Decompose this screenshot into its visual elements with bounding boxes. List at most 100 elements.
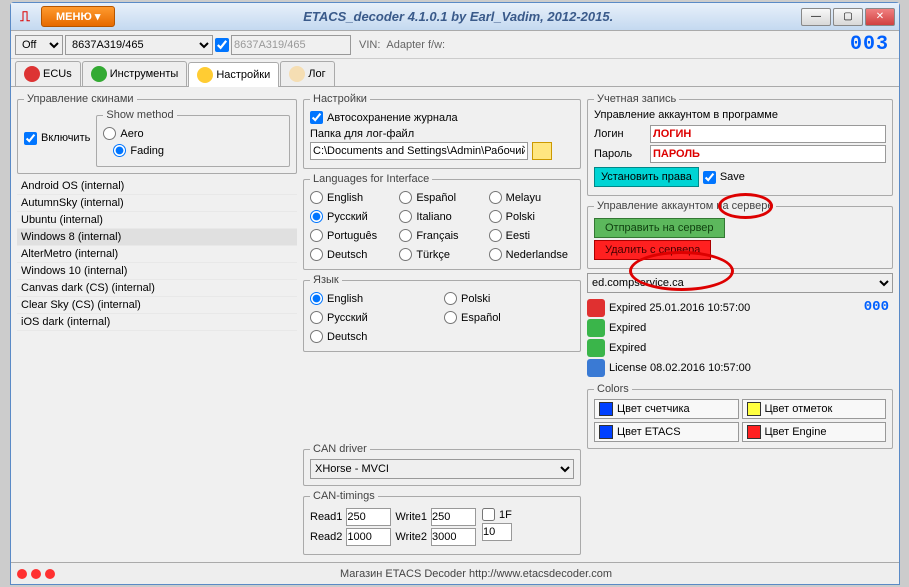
lang-iface-radio[interactable] — [310, 191, 323, 204]
delete-server-button[interactable]: Удалить с сервера — [594, 240, 711, 260]
can-timings-fieldset: CAN-timings Read1Write1 Read2Write2 1F — [303, 490, 581, 555]
small-counter: 000 — [864, 299, 889, 315]
yellow-swatch-icon — [747, 402, 761, 416]
lang-iface-radio[interactable] — [399, 248, 412, 261]
window-title: ETACS_decoder 4.1.0.1 by Earl_Vadim, 201… — [115, 9, 801, 24]
close-button[interactable]: ✕ — [865, 8, 895, 26]
color-marks-button[interactable]: Цвет отметок — [742, 399, 887, 419]
ribbon-icon — [587, 299, 605, 317]
color-engine-button[interactable]: Цвет Engine — [742, 422, 887, 442]
login-input[interactable] — [650, 125, 886, 143]
ecu-icon — [24, 66, 40, 82]
tools-icon — [91, 66, 107, 82]
lang-iface-radio[interactable] — [310, 248, 323, 261]
off-select[interactable]: Off — [15, 35, 63, 55]
can-driver-fieldset: CAN driver XHorse - MVCI — [303, 443, 581, 486]
lang-radio[interactable] — [444, 292, 457, 305]
lang-iface-radio[interactable] — [489, 210, 502, 223]
lang-radio[interactable] — [310, 311, 323, 324]
device-select[interactable]: 8637A319/465 — [65, 35, 213, 55]
ten-input[interactable] — [482, 523, 512, 541]
password-input[interactable] — [650, 145, 886, 163]
license-status: Expired — [587, 319, 893, 337]
status-dot-icon — [45, 569, 55, 579]
skin-item[interactable]: AlterMetro (internal) — [17, 246, 297, 263]
account-fieldset: Учетная запись Управление аккаунтом в пр… — [587, 93, 893, 196]
tab-ecus[interactable]: ECUs — [15, 61, 81, 86]
lang-radio[interactable] — [310, 330, 323, 343]
license-status: License 08.02.2016 10:57:00 — [587, 359, 893, 377]
lang-iface-radio[interactable] — [489, 191, 502, 204]
adapter-label: Adapter f/w: — [386, 39, 848, 51]
app-window: ⎍ МЕНЮ ▾ ETACS_decoder 4.1.0.1 by Earl_V… — [10, 2, 900, 585]
lang-iface-radio[interactable] — [399, 229, 412, 242]
tab-instruments[interactable]: Инструменты — [82, 61, 188, 86]
menu-button[interactable]: МЕНЮ ▾ — [41, 6, 115, 27]
prog-account-label: Управление аккаунтом в программе — [594, 109, 886, 121]
lang-radio[interactable] — [444, 311, 457, 324]
aero-radio[interactable] — [103, 127, 116, 140]
ribbon-icon — [587, 359, 605, 377]
status-dot-icon — [17, 569, 27, 579]
write1-input[interactable] — [431, 508, 476, 526]
skin-item[interactable]: Windows 8 (internal) — [17, 229, 297, 246]
enable-skin-checkbox[interactable] — [24, 132, 37, 145]
1f-checkbox[interactable] — [482, 508, 495, 521]
minimize-button[interactable]: — — [801, 8, 831, 26]
colors-fieldset: Colors Цвет счетчика Цвет отметок Цвет E… — [587, 383, 893, 449]
can-driver-select[interactable]: XHorse - MVCI — [310, 459, 574, 479]
license-status: Expired 25.01.2016 10:57:00 — [587, 299, 893, 317]
lang-radio[interactable] — [310, 292, 323, 305]
lang-iface-radio[interactable] — [489, 229, 502, 242]
skin-item[interactable]: Windows 10 (internal) — [17, 263, 297, 280]
gear-icon — [197, 67, 213, 83]
save-checkbox[interactable] — [703, 171, 716, 184]
lang-interface-fieldset: Languages for Interface EnglishEspañolMe… — [303, 173, 581, 270]
write2-input[interactable] — [431, 528, 476, 546]
settings-fieldset: Настройки Автосохранение журнала Папка д… — [303, 93, 581, 169]
set-rights-button[interactable]: Установить права — [594, 167, 699, 187]
tab-settings[interactable]: Настройки — [188, 62, 279, 87]
content: Управление скинами Включить Show method … — [11, 87, 899, 561]
folder-browse-button[interactable] — [532, 142, 552, 160]
skin-item[interactable]: AutumnSky (internal) — [17, 195, 297, 212]
log-folder-input[interactable] — [310, 142, 528, 160]
counter-display: 003 — [850, 33, 889, 56]
device-checkbox[interactable] — [215, 35, 229, 55]
autosave-checkbox[interactable] — [310, 111, 323, 124]
fading-radio[interactable] — [113, 144, 126, 157]
red-swatch-icon — [747, 425, 761, 439]
tab-log[interactable]: Лог — [280, 61, 334, 86]
read1-input[interactable] — [346, 508, 391, 526]
skin-item[interactable]: Canvas dark (CS) (internal) — [17, 280, 297, 297]
window-controls: — ▢ ✕ — [801, 8, 895, 26]
skin-item[interactable]: Clear Sky (CS) (internal) — [17, 297, 297, 314]
maximize-button[interactable]: ▢ — [833, 8, 863, 26]
toolbar: Off 8637A319/465 VIN: Adapter f/w: 003 — [11, 31, 899, 59]
lang-iface-radio[interactable] — [399, 191, 412, 204]
server-select[interactable]: ed.compservice.ca — [587, 273, 893, 293]
skin-item[interactable]: Ubuntu (internal) — [17, 212, 297, 229]
skin-item[interactable]: iOS dark (internal) — [17, 314, 297, 331]
show-method-fieldset: Show method Aero Fading — [96, 109, 290, 167]
lang-iface-radio[interactable] — [310, 229, 323, 242]
color-etacs-button[interactable]: Цвет ETACS — [594, 422, 739, 442]
status-list: 000 Expired 25.01.2016 10:57:00 Expired Ex… — [587, 297, 893, 379]
skin-item[interactable]: Android OS (internal) — [17, 178, 297, 195]
lang-iface-radio[interactable] — [399, 210, 412, 223]
ribbon-icon — [587, 339, 605, 357]
status-dot-icon — [31, 569, 41, 579]
device-readonly — [231, 35, 351, 55]
statusbar: Магазин ETACS Decoder http://www.etacsde… — [11, 562, 899, 584]
lang-iface-radio[interactable] — [489, 248, 502, 261]
statusbar-text: Магазин ETACS Decoder http://www.etacsde… — [59, 568, 893, 580]
send-server-button[interactable]: Отправить на сервер — [594, 218, 725, 238]
license-status: Expired — [587, 339, 893, 357]
lang-fieldset: Язык EnglishPolskiРусскийEspañolDeutsch — [303, 274, 581, 352]
lang-iface-radio[interactable] — [310, 210, 323, 223]
skin-list[interactable]: Android OS (internal)AutumnSky (internal… — [17, 178, 297, 331]
server-account-fieldset: Управление аккаунтом на сервере Отправит… — [587, 200, 893, 269]
read2-input[interactable] — [346, 528, 391, 546]
tab-row: ECUs Инструменты Настройки Лог — [11, 59, 899, 87]
color-counter-button[interactable]: Цвет счетчика — [594, 399, 739, 419]
